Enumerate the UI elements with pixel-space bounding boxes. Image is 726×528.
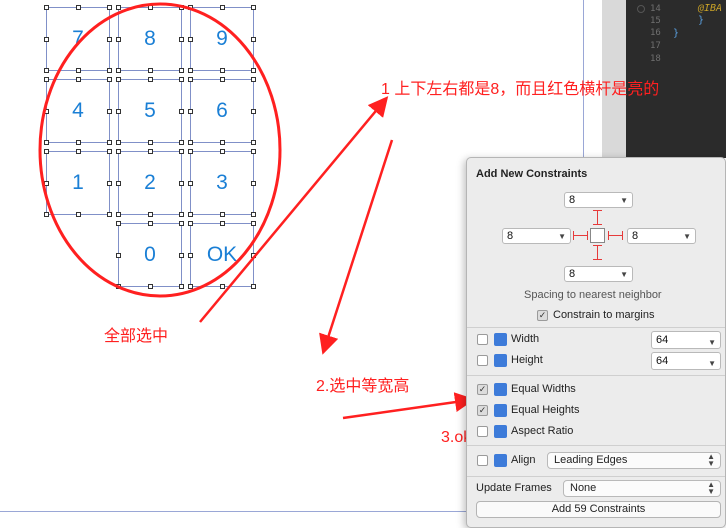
chevron-down-icon: ▼ [708,338,716,347]
equal-widths-label: Equal Widths [511,383,576,395]
chevron-down-icon: ▼ [558,232,566,241]
constrain-margins-label: Constrain to margins [553,309,655,321]
arrow-to-step1 [199,96,389,323]
constrain-margins-checkbox[interactable]: ✓ [537,310,548,321]
popover-title: Add New Constraints [476,168,588,180]
constraint-center-box [590,228,605,243]
height-checkbox[interactable] [477,355,488,366]
equal-heights-checkbox[interactable]: ✓ [477,405,488,416]
bottom-spacing-field[interactable]: 8 ▼ [564,266,633,282]
updown-icon: ▲ ▼ [707,480,715,496]
right-spacing-value: 8 [632,230,639,242]
chevron-down-icon: ▼ [620,270,628,279]
updown-icon: ▲ ▼ [707,452,715,468]
add-constraints-button[interactable]: Add 59 Constraints [476,501,721,518]
width-field[interactable]: 64 ▼ [651,331,721,349]
equal-widths-checkbox[interactable]: ✓ [477,384,488,395]
height-value: 64 [656,355,669,367]
right-constraint-strut[interactable] [608,231,623,240]
divider [467,327,725,328]
left-constraint-strut[interactable] [573,231,588,240]
align-icon [494,454,507,467]
update-frames-label: Update Frames [476,482,552,494]
width-label: Width [511,333,540,345]
height-field[interactable]: 64 ▼ [651,352,721,370]
left-spacing-field[interactable]: 8 ▼ [502,228,571,244]
annotation-select-all: 全部选中 [104,328,169,345]
chevron-down-icon: ▼ [708,359,716,368]
aspect-ratio-label: Aspect Ratio [511,425,574,437]
chevron-down-icon: ▼ [683,232,691,241]
aspect-ratio-checkbox[interactable] [477,426,488,437]
divider [467,375,725,376]
keypad-selection-ellipse [38,2,282,298]
width-checkbox[interactable] [477,334,488,345]
update-frames-value: None [570,482,597,494]
align-select[interactable]: Leading Edges ▲ ▼ [547,452,721,469]
height-label: Height [511,354,543,366]
update-frames-select[interactable]: None ▲ ▼ [563,480,721,497]
height-constraint-icon [494,354,507,367]
align-label: Align [511,454,536,466]
aspect-ratio-icon [494,425,507,438]
left-spacing-value: 8 [507,230,514,242]
equal-heights-label: Equal Heights [511,404,580,416]
spacing-caption: Spacing to nearest neighbor [524,289,662,301]
bottom-spacing-value: 8 [569,268,576,280]
align-value: Leading Edges [554,454,628,466]
width-value: 64 [656,334,669,346]
top-spacing-field[interactable]: 8 ▼ [564,192,633,208]
width-constraint-icon [494,333,507,346]
divider [467,445,725,446]
top-constraint-strut[interactable] [593,210,602,226]
arrow-to-equal-sizes [342,392,475,420]
top-spacing-value: 8 [569,194,576,206]
chevron-down-icon: ▼ [620,196,628,205]
annotation-step2: 2.选中等宽高 [316,378,410,395]
add-constraints-popover: Add New Constraints 8 ▼ 8 ▼ 8 ▼ 8 ▼ Spacing … [466,157,726,528]
arrow-step1-to-step2 [319,139,394,355]
equal-heights-icon [494,404,507,417]
divider [467,476,725,477]
right-spacing-field[interactable]: 8 ▼ [627,228,696,244]
equal-widths-icon [494,383,507,396]
align-checkbox[interactable] [477,455,488,466]
bottom-constraint-strut[interactable] [593,245,602,261]
annotation-step1: 1 上下左右都是8，而且红色横杆是亮的 [381,81,660,98]
